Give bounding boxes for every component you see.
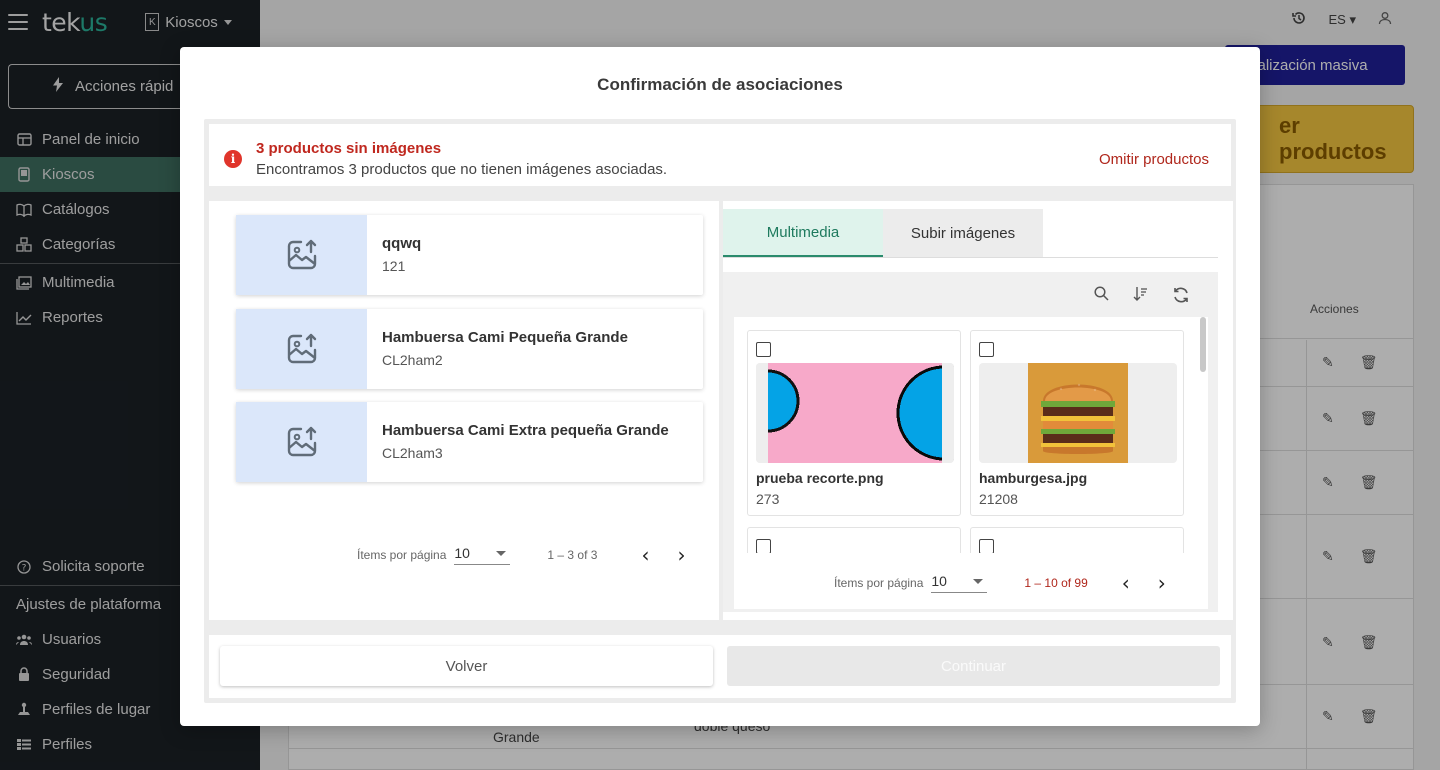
tab-upload-images[interactable]: Subir imágenes [883,209,1043,257]
products-paginator: Ítems por página 10 1 – 3 of 3 ‹ › [357,543,685,567]
alert-description: Encontramos 3 productos que no tienen im… [256,161,668,178]
page-size-select[interactable]: 10 [454,545,511,565]
media-card[interactable]: prueba recorte.png 273 [747,330,961,516]
next-page-icon[interactable]: › [1158,571,1166,595]
media-thumbnail [979,363,1177,463]
dialog-body: i 3 productos sin imágenes Encontramos 3… [204,119,1236,703]
omit-products-link[interactable]: Omitir productos [1099,151,1209,168]
product-code: 121 [382,258,406,274]
media-thumbnail [756,363,954,463]
sort-icon[interactable] [1133,286,1148,308]
refresh-icon[interactable] [1172,286,1190,308]
items-per-page-label: Ítems por página [834,576,924,590]
media-name: prueba recorte.png [756,470,884,486]
page-range: 1 – 3 of 3 [547,548,598,562]
product-card[interactable]: qqwq 121 [236,215,703,295]
continue-button[interactable]: Continuar [727,646,1220,686]
alert-title: 3 productos sin imágenes [256,140,442,157]
items-per-page-label: Ítems por página [357,548,447,562]
product-card[interactable]: Hambuersa Cami Pequeña Grande CL2ham2 [236,309,703,389]
image-upload-icon [287,426,316,457]
search-icon[interactable] [1094,286,1109,308]
product-name: Hambuersa Cami Extra pequeña Grande [382,422,669,439]
products-panel: qqwq 121 Hambuersa Cami Pequeña Grande C… [209,201,719,620]
dropdown-arrow-icon [496,550,507,556]
media-size: 21208 [979,491,1018,507]
previous-page-icon[interactable]: ‹ [641,543,649,567]
image-upload-icon [287,333,316,364]
scrollbar-thumb[interactable] [1200,317,1206,372]
back-button[interactable]: Volver [220,646,713,686]
media-gallery: prueba recorte.png 273 hamburgesa.jpg 21… [723,272,1218,612]
product-name: qqwq [382,235,422,252]
image-upload-placeholder[interactable] [236,309,367,389]
page-size-select[interactable]: 10 [931,573,988,593]
product-name: Hambuersa Cami Pequeña Grande [382,329,628,346]
dropdown-arrow-icon [973,578,984,584]
image-upload-placeholder[interactable] [236,215,367,295]
media-name: hamburgesa.jpg [979,470,1088,486]
dialog-footer: Volver Continuar [209,635,1231,698]
tab-multimedia[interactable]: Multimedia [723,209,883,257]
media-card[interactable]: hamburgesa.jpg 21208 [970,330,1184,516]
missing-images-alert: i 3 productos sin imágenes Encontramos 3… [209,124,1231,186]
product-card[interactable]: Hambuersa Cami Extra pequeña Grande CL2h… [236,402,703,482]
product-code: CL2ham2 [382,352,443,368]
select-checkbox[interactable] [756,539,771,554]
associations-confirmation-dialog: Confirmación de asociaciones i 3 product… [180,47,1260,726]
media-paginator: Ítems por página 10 1 – 10 of 99 ‹ › [834,571,1166,595]
info-icon: i [224,150,242,168]
media-size: 273 [756,491,780,507]
product-code: CL2ham3 [382,445,443,461]
dialog-title: Confirmación de asociaciones [597,75,843,94]
image-upload-placeholder[interactable] [236,402,367,482]
next-page-icon[interactable]: › [677,543,685,567]
media-panel: Multimedia Subir imágenes prueba recorte… [723,201,1233,620]
select-checkbox[interactable] [756,342,771,357]
select-checkbox[interactable] [979,539,994,554]
previous-page-icon[interactable]: ‹ [1122,571,1130,595]
page-range: 1 – 10 of 99 [1024,576,1088,590]
image-upload-icon [287,239,316,270]
media-tabs: Multimedia Subir imágenes [723,209,1043,257]
select-checkbox[interactable] [979,342,994,357]
media-toolbar [1094,286,1190,308]
